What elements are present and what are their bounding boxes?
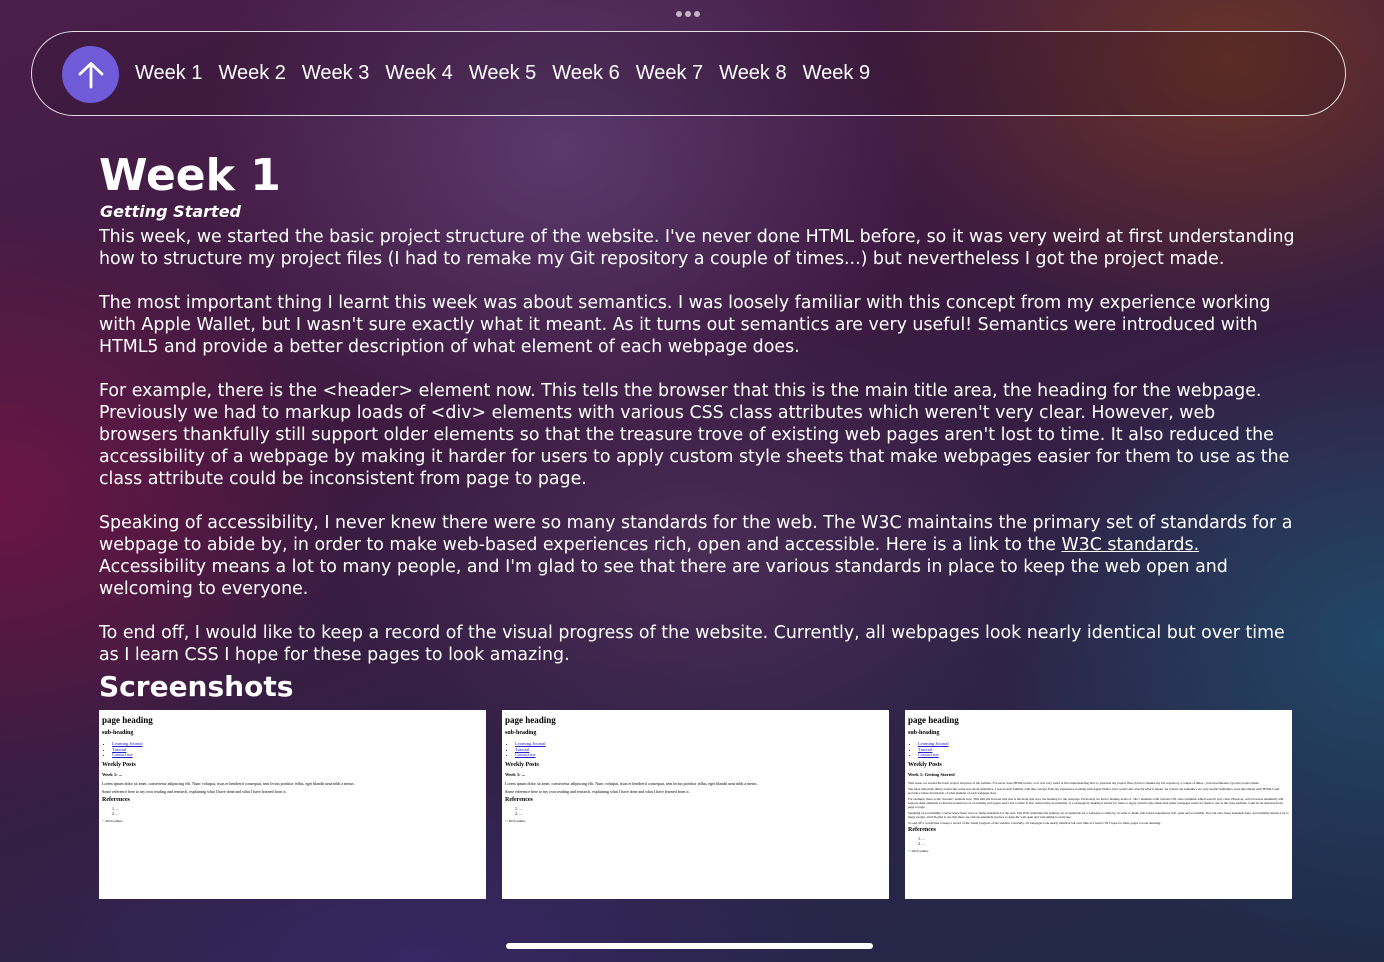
shot-sub-heading: sub-heading xyxy=(102,730,134,736)
shot-link: Tutorial xyxy=(918,746,933,752)
screenshot-1[interactable]: page heading sub-heading Learning Journa… xyxy=(99,710,486,899)
shot-text: The most important thing I learnt this w… xyxy=(908,786,1280,795)
nav-link-week-7[interactable]: Week 7 xyxy=(636,62,703,85)
nav-link-week-2[interactable]: Week 2 xyxy=(218,62,285,85)
shot-sub-heading: sub-heading xyxy=(908,730,940,736)
shot-weekly-posts: Weekly Posts xyxy=(908,761,942,768)
shot-ref-list: 1. ... 2. ... xyxy=(112,806,483,816)
arrow-up-icon xyxy=(78,61,103,88)
shot-text: Lorem ipsum dolor sit amet, consectetur … xyxy=(505,780,758,786)
screenshot-3[interactable]: page heading sub-heading Learning Journa… xyxy=(905,710,1292,899)
dot xyxy=(685,11,691,17)
page-subtitle: Getting Started xyxy=(100,202,241,221)
shot-footer: © 2019 author. xyxy=(505,818,527,823)
shot-weekly-posts: Weekly Posts xyxy=(102,761,136,768)
nav-link-week-1[interactable]: Week 1 xyxy=(135,62,202,85)
shot-page-heading: page heading xyxy=(505,715,556,725)
shot-link: Learning Journal xyxy=(112,741,143,746)
shot-week-title: Week 1: ... xyxy=(505,771,526,777)
shot-ref: 2. ... xyxy=(112,810,119,816)
nav-link-week-9[interactable]: Week 9 xyxy=(803,62,870,85)
nav-link-week-4[interactable]: Week 4 xyxy=(385,62,452,85)
shot-text: Some reference here to my own reading an… xyxy=(102,788,287,794)
shot-references: References xyxy=(505,796,533,803)
article: Week 1 Getting Started This week, we sta… xyxy=(99,150,1299,899)
page-title: Week 1 xyxy=(99,150,281,201)
shot-text: Some reference here to my own reading an… xyxy=(505,788,690,794)
nav-link-week-3[interactable]: Week 3 xyxy=(302,62,369,85)
shot-ref: 2. ... xyxy=(515,810,522,816)
shot-link: Tutorial xyxy=(515,746,530,752)
back-to-top-button[interactable] xyxy=(62,46,119,103)
shot-ref-list: 1. ... 2. ... xyxy=(918,836,1289,846)
shot-week-title: Week 1: ... xyxy=(102,771,123,777)
shot-link: Learning Journal xyxy=(515,741,546,746)
window-more-icon[interactable] xyxy=(676,11,700,17)
shot-weekly-posts: Weekly Posts xyxy=(505,761,539,768)
shot-ref-list: 1. ... 2. ... xyxy=(515,806,886,816)
screenshots-gallery: page heading sub-heading Learning Journa… xyxy=(99,710,1299,899)
paragraph-4-text-after: Accessibility means a lot to many people… xyxy=(99,557,1228,599)
shot-text: This week, we started the basic project … xyxy=(908,780,1260,785)
shot-nav-list: Learning Journal Tutorial Contact me xyxy=(515,741,886,758)
shot-footer: © 2019 author. xyxy=(102,818,124,823)
shot-link: Contact me xyxy=(918,752,939,757)
shot-references: References xyxy=(102,796,130,803)
nav-links: Week 1 Week 2 Week 3 Week 4 Week 5 Week … xyxy=(135,32,870,115)
nav-link-week-5[interactable]: Week 5 xyxy=(469,62,536,85)
navigation-bar: Week 1 Week 2 Week 3 Week 4 Week 5 Week … xyxy=(31,31,1346,116)
screenshot-2[interactable]: page heading sub-heading Learning Journa… xyxy=(502,710,889,899)
shot-week-title: Week 1: Getting Started xyxy=(908,771,955,777)
shot-text: To end off, I would like to keep a recor… xyxy=(908,820,1162,825)
home-indicator[interactable] xyxy=(506,943,873,949)
shot-link: Tutorial xyxy=(112,746,127,752)
paragraph-1: This week, we started the basic project … xyxy=(99,227,1295,269)
shot-references: References xyxy=(908,826,936,833)
w3c-standards-link[interactable]: W3C standards. xyxy=(1061,535,1199,555)
shot-text: For example, there is the <header> eleme… xyxy=(908,796,1284,809)
shot-sub-heading: sub-heading xyxy=(505,730,537,736)
nav-link-week-6[interactable]: Week 6 xyxy=(552,62,619,85)
shot-text: Speaking of accessibility, I never knew … xyxy=(908,810,1289,819)
shot-nav-list: Learning Journal Tutorial Contact me xyxy=(918,741,1289,758)
screenshots-heading: Screenshots xyxy=(99,670,294,703)
shot-link: Learning Journal xyxy=(918,741,949,746)
shot-text: Lorem ipsum dolor sit amet, consectetur … xyxy=(102,780,355,786)
shot-link: Contact me xyxy=(515,752,536,757)
paragraph-2: The most important thing I learnt this w… xyxy=(99,293,1271,357)
dot xyxy=(676,11,682,17)
dot xyxy=(694,11,700,17)
shot-footer: © 2019 author. xyxy=(908,848,930,853)
nav-link-week-8[interactable]: Week 8 xyxy=(719,62,786,85)
shot-page-heading: page heading xyxy=(908,715,959,725)
paragraph-3: For example, there is the <header> eleme… xyxy=(99,381,1290,489)
shot-nav-list: Learning Journal Tutorial Contact me xyxy=(112,741,483,758)
shot-link: Contact me xyxy=(112,752,133,757)
shot-ref: 2. ... xyxy=(918,840,925,846)
shot-page-heading: page heading xyxy=(102,715,153,725)
paragraph-5: To end off, I would like to keep a recor… xyxy=(99,623,1285,665)
paragraph-4: Speaking of accessibility, I never knew … xyxy=(99,512,1299,600)
